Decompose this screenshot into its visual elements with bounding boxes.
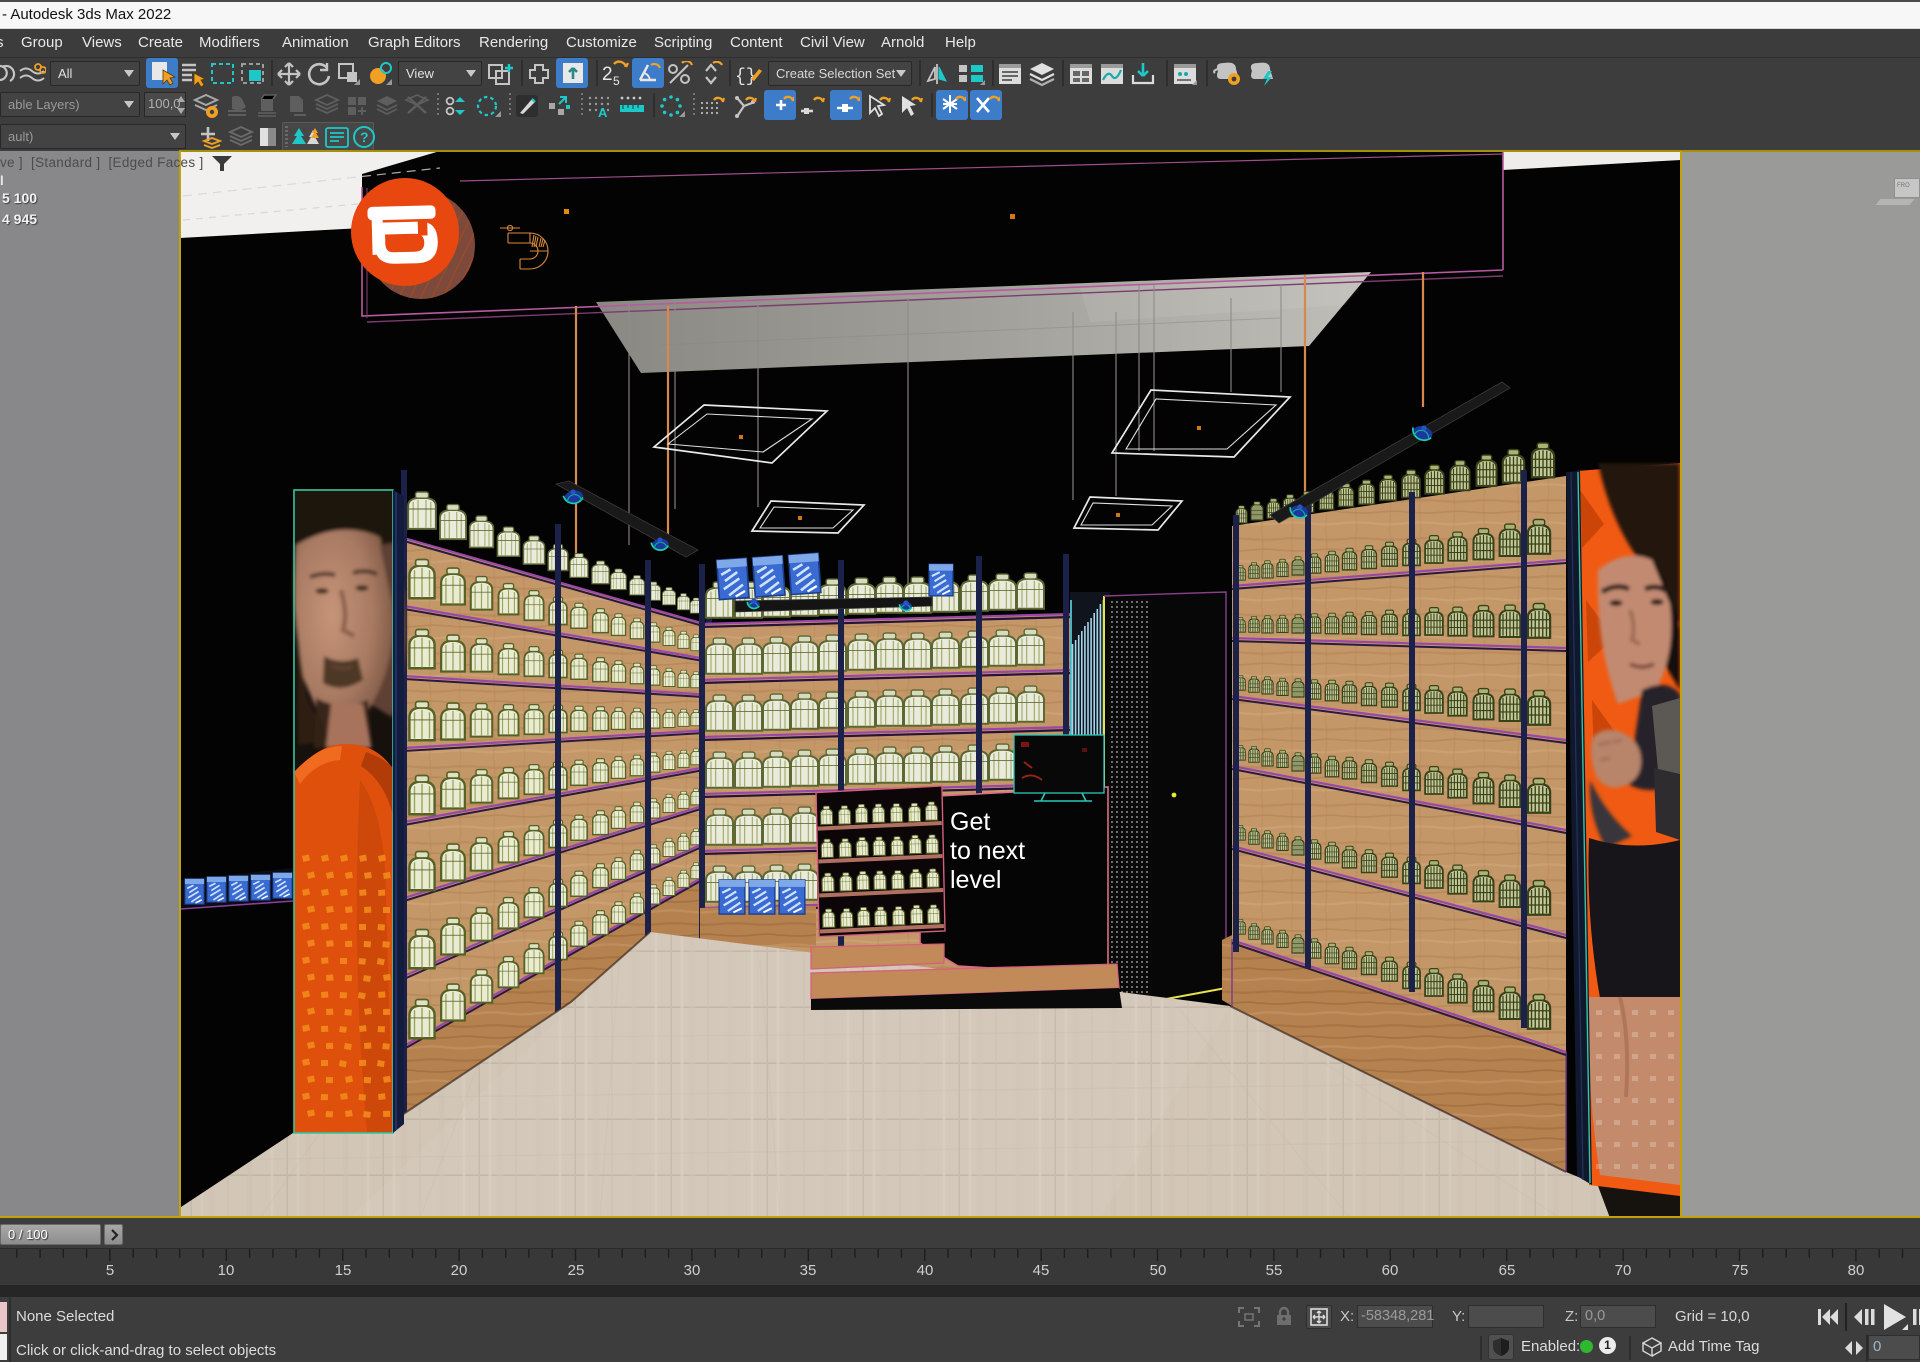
svg-text:to next: to next [950,837,1025,865]
svg-text:A: A [598,105,608,119]
svg-text:5: 5 [613,74,620,88]
svg-text:2: 2 [602,64,613,85]
svg-text:?: ? [360,129,369,145]
svg-text:level: level [950,866,1001,894]
svg-text:Get: Get [950,808,990,836]
